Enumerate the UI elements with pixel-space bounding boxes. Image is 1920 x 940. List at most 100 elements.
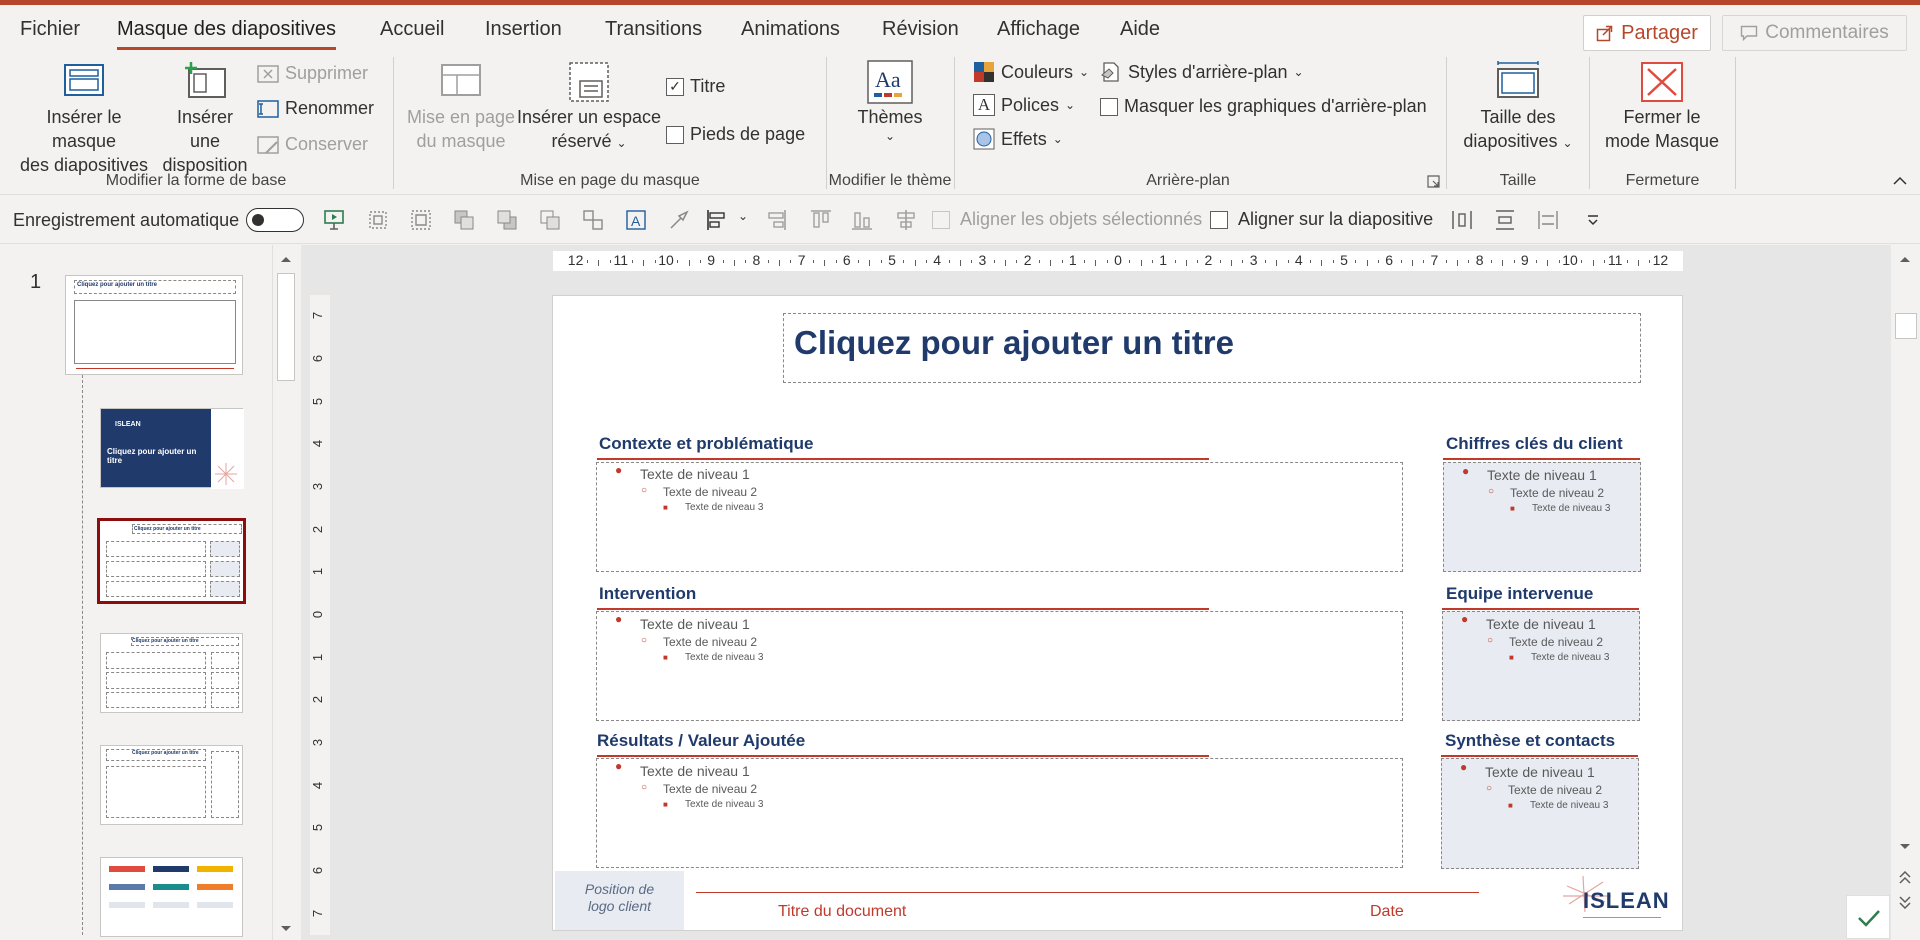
- comments-button[interactable]: Commentaires: [1722, 15, 1907, 51]
- tab-aide[interactable]: Aide: [1120, 18, 1160, 41]
- ruler-tick-label: 6: [1385, 252, 1394, 268]
- tab-masque-diapositives[interactable]: Masque des diapositives: [117, 18, 337, 50]
- thumbnail-scrollbar[interactable]: [272, 245, 298, 940]
- tab-affichage[interactable]: Affichage: [997, 18, 1080, 41]
- spacing-icon[interactable]: [1536, 208, 1560, 232]
- fonts-button[interactable]: A Polices ⌄: [973, 94, 1075, 116]
- insert-layout-label-1: Insérer une: [176, 107, 234, 151]
- scroll-down-icon[interactable]: [1899, 843, 1911, 851]
- select-objects-icon[interactable]: [366, 208, 390, 232]
- ruler-tick-label: 1: [1068, 252, 1077, 268]
- section-underline: [1443, 458, 1640, 460]
- ruler-tick-label: 3: [310, 738, 326, 747]
- canvas-scrollbar[interactable]: [1891, 245, 1920, 940]
- content-placeholder-equipe[interactable]: ● Texte de niveau 1 ○ Texte de niveau 2 …: [1442, 611, 1640, 721]
- delete-icon: [257, 64, 279, 83]
- slide-thumbnail-layout-5[interactable]: Cliquez pour ajouter un titre: [100, 745, 243, 825]
- slide-thumbnail-selected-layout[interactable]: Cliquez pour ajouter un titre: [97, 518, 246, 604]
- tab-accueil[interactable]: Accueil: [380, 18, 444, 41]
- align-bottom-icon[interactable]: [850, 208, 874, 232]
- delete-button[interactable]: Supprimer: [257, 63, 368, 84]
- chevron-down-icon: ⌄: [616, 136, 627, 150]
- tab-animations[interactable]: Animations: [741, 18, 840, 41]
- thumb-box: [211, 672, 239, 689]
- footer-checkbox[interactable]: Pieds de page: [666, 124, 805, 145]
- align-center-icon[interactable]: [894, 208, 918, 232]
- slide-layout[interactable]: Cliquez pour ajouter un titre Contexte e…: [552, 295, 1683, 931]
- scroll-up-icon[interactable]: [1899, 255, 1911, 263]
- ruler-tick-label: 8: [752, 252, 761, 268]
- align-left-icon[interactable]: [705, 208, 729, 232]
- effects-button[interactable]: Effets ⌄: [973, 128, 1063, 150]
- ruler-minor-tick: [1129, 260, 1131, 263]
- preserve-button[interactable]: Conserver: [257, 134, 368, 155]
- chevron-down-icon[interactable]: ⌄: [738, 209, 748, 223]
- dialog-launcher-icon[interactable]: [1427, 175, 1440, 188]
- more-commands-icon[interactable]: [1581, 208, 1605, 232]
- close-master-view-button[interactable]: Fermer le mode Masque: [1594, 61, 1730, 153]
- slide-size-button[interactable]: Taille des diapositives ⌄: [1453, 61, 1583, 155]
- ruler-tick-label: 2: [310, 525, 326, 533]
- accessibility-check-button[interactable]: [1846, 895, 1890, 939]
- ribbon-separator: [1589, 57, 1590, 189]
- scroll-thumb[interactable]: [1895, 313, 1917, 339]
- content-placeholder-chiffres[interactable]: ● Texte de niveau 1 ○ Texte de niveau 2 …: [1443, 462, 1641, 572]
- master-layout-icon: [441, 64, 481, 96]
- scroll-up-icon[interactable]: [280, 255, 292, 263]
- ruler-minor-tick: [1061, 260, 1063, 263]
- content-placeholder-resultats[interactable]: ● Texte de niveau 1 ○ Texte de niveau 2 …: [596, 758, 1403, 868]
- tab-transitions[interactable]: Transitions: [605, 18, 702, 41]
- tab-insertion[interactable]: Insertion: [485, 18, 562, 41]
- client-logo-placeholder[interactable]: Position de logo client: [555, 871, 684, 930]
- autosave-toggle[interactable]: [246, 208, 304, 232]
- eyedropper-icon[interactable]: [667, 208, 691, 232]
- title-checkbox[interactable]: ✓ Titre: [666, 76, 725, 97]
- colors-button[interactable]: Couleurs ⌄: [973, 61, 1089, 83]
- ungroup-icon[interactable]: [581, 208, 605, 232]
- level-2-text: Texte de niveau 2: [1509, 635, 1604, 649]
- group-objects-icon[interactable]: [409, 208, 433, 232]
- content-placeholder-synthese[interactable]: ● Texte de niveau 1 ○ Texte de niveau 2 …: [1441, 758, 1639, 869]
- align-slide-checkbox[interactable]: Aligner sur la diapositive: [1210, 209, 1433, 230]
- title-placeholder[interactable]: Cliquez pour ajouter un titre: [783, 313, 1641, 383]
- align-right-icon[interactable]: [764, 208, 788, 232]
- insert-layout-button[interactable]: Insérer une disposition: [160, 61, 250, 177]
- send-to-back-icon[interactable]: [538, 208, 562, 232]
- previous-slide-icon[interactable]: [1899, 871, 1911, 885]
- next-slide-icon[interactable]: [1899, 895, 1911, 909]
- align-selected-checkbox[interactable]: Aligner les objets sélectionnés: [932, 209, 1202, 230]
- bullet-circle: ○: [641, 782, 648, 793]
- section-underline: [597, 608, 1209, 610]
- scroll-down-icon[interactable]: [280, 925, 292, 933]
- distribute-vertical-icon[interactable]: [1493, 208, 1517, 232]
- hide-background-checkbox[interactable]: Masquer les graphiques d'arrière-plan: [1100, 96, 1427, 117]
- collapse-ribbon-icon[interactable]: [1892, 176, 1908, 186]
- align-top-icon[interactable]: [809, 208, 833, 232]
- content-placeholder-intervention[interactable]: ● Texte de niveau 1 ○ Texte de niveau 2 …: [596, 611, 1403, 721]
- presenter-icon[interactable]: [322, 208, 346, 232]
- client-logo-label-1: Position de: [584, 881, 655, 897]
- rename-button[interactable]: Renommer: [257, 98, 374, 119]
- slide-thumbnail-palette[interactable]: [100, 857, 243, 937]
- master-layout-button[interactable]: Mise en page du masque: [402, 61, 520, 153]
- slide-thumbnail-master[interactable]: Cliquez pour ajouter un titre: [65, 275, 243, 375]
- distribute-horizontal-icon[interactable]: [1450, 208, 1474, 232]
- share-button[interactable]: Partager: [1583, 15, 1711, 51]
- insert-slide-master-button[interactable]: Insérer le masque des diapositives: [12, 61, 156, 177]
- content-placeholder-contexte[interactable]: ● Texte de niveau 1 ○ Texte de niveau 2 …: [596, 462, 1403, 572]
- chevron-down-icon: ⌄: [1562, 136, 1573, 150]
- themes-icon: Aa: [867, 60, 913, 104]
- footer-document-title: Titre du document: [778, 903, 907, 920]
- insert-placeholder-button[interactable]: Insérer un espace réservé ⌄: [516, 61, 662, 155]
- slide-thumbnail-layout-4[interactable]: Cliquez pour ajouter un titre: [100, 633, 243, 713]
- bring-forward-icon[interactable]: [452, 208, 476, 232]
- themes-button[interactable]: Aa Thèmes ⌄: [838, 59, 942, 143]
- tab-fichier[interactable]: Fichier: [20, 18, 80, 41]
- section-title-chiffres: Chiffres clés du client: [1446, 434, 1623, 453]
- slide-thumbnail-title-layout[interactable]: ISLEAN Cliquez pour ajouter un titre: [100, 408, 244, 489]
- send-backward-icon[interactable]: [495, 208, 519, 232]
- scroll-thumb[interactable]: [277, 273, 295, 381]
- background-styles-button[interactable]: Styles d'arrière-plan ⌄: [1100, 61, 1304, 83]
- tab-revision[interactable]: Révision: [882, 18, 959, 41]
- text-box-icon[interactable]: A: [624, 208, 648, 232]
